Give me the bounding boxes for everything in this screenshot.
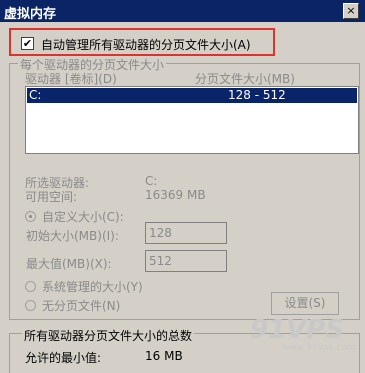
no-paging-radio[interactable]: [25, 300, 36, 311]
custom-size-label: 自定义大小(C):: [42, 210, 124, 224]
column-header-drive: 驱动器 [卷标](D): [25, 72, 117, 86]
drive-name: C:: [29, 88, 42, 102]
free-space-value: 16369 MB: [145, 188, 206, 202]
watermark-url: www.91vps.com: [282, 343, 356, 353]
drive-list[interactable]: C: 128 - 512: [25, 86, 359, 154]
total-group-legend: 所有驱动器分页文件大小的总数: [22, 327, 195, 344]
auto-manage-highlight: ✔ 自动管理所有驱动器的分页文件大小(A): [9, 28, 275, 56]
column-header-size: 分页文件大小(MB): [195, 72, 295, 86]
window-title: 虚拟内存: [4, 7, 57, 22]
initial-size-field[interactable]: 128: [145, 222, 227, 244]
list-item[interactable]: C: 128 - 512: [27, 88, 357, 103]
watermark-logo: 91VPS: [250, 315, 345, 345]
max-size-label: 最大值(MB)(X):: [26, 257, 112, 271]
title-bar: 虚拟内存 ×: [0, 0, 365, 22]
drive-size: 128 - 512: [228, 88, 286, 102]
free-space-label: 可用空间:: [25, 190, 78, 204]
min-allowed-value: 16 MB: [145, 349, 183, 363]
auto-manage-label[interactable]: 自动管理所有驱动器的分页文件大小(A): [41, 36, 251, 53]
set-button[interactable]: 设置(S): [271, 292, 339, 315]
no-paging-label: 无分页文件(N): [42, 299, 121, 313]
close-button[interactable]: ×: [343, 3, 359, 19]
max-size-field[interactable]: 512: [145, 250, 227, 272]
custom-size-radio[interactable]: [25, 211, 36, 222]
system-managed-label: 系统管理的大小(Y): [42, 280, 143, 294]
auto-manage-checkbox[interactable]: ✔: [21, 37, 34, 50]
system-managed-radio[interactable]: [25, 281, 36, 292]
min-allowed-label: 允许的最小值:: [25, 351, 102, 365]
selected-drive-value: C:: [145, 174, 158, 188]
initial-size-label: 初始大小(MB)(I):: [26, 229, 119, 243]
